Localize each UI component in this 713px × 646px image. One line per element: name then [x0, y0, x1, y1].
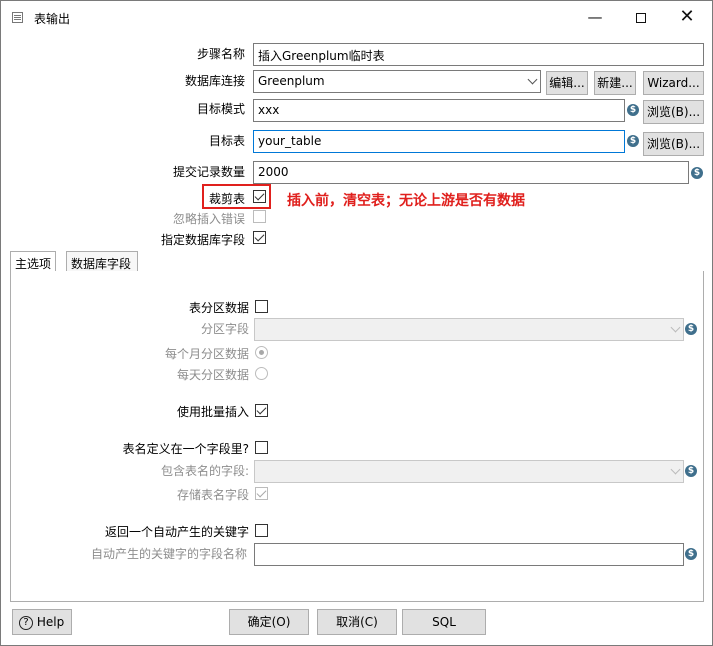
partition-field-label: 分区字段	[200, 322, 249, 336]
variable-icon: $	[685, 548, 697, 560]
chevron-down-icon	[527, 74, 538, 85]
return-key-checkbox[interactable]	[255, 524, 268, 537]
ok-button[interactable]: 确定(O)	[229, 609, 309, 635]
return-key-label: 返回一个自动产生的关键字	[104, 525, 249, 539]
specify-fields-checkbox[interactable]	[253, 231, 266, 244]
tab-db-fields[interactable]: 数据库字段	[66, 251, 138, 272]
close-button[interactable]: ✕	[664, 1, 710, 33]
commit-size-input[interactable]: 2000	[253, 161, 689, 184]
wizard-button[interactable]: Wizard...	[643, 71, 704, 95]
sql-button[interactable]: SQL	[402, 609, 486, 635]
tablename-field-select[interactable]	[254, 460, 684, 483]
tablename-in-field-label: 表名定义在一个字段里?	[122, 442, 249, 456]
target-schema-input[interactable]: xxx	[253, 99, 625, 122]
ignore-errors-label: 忽略插入错误	[172, 212, 245, 226]
tablename-field-label: 包含表名的字段:	[160, 464, 249, 478]
edit-button[interactable]: 编辑...	[546, 71, 588, 95]
browse-table-button[interactable]: 浏览(B)...	[643, 132, 704, 156]
daily-partition-radio[interactable]	[255, 367, 268, 380]
minimize-button[interactable]: —	[572, 1, 618, 33]
tablename-in-field-checkbox[interactable]	[255, 441, 268, 454]
target-table-label: 目标表	[208, 134, 245, 148]
ignore-errors-checkbox[interactable]	[253, 210, 266, 223]
partition-label: 表分区数据	[188, 301, 249, 315]
annotation-text: 插入前，清空表；无论上游是否有数据	[287, 193, 525, 209]
help-label: Help	[36, 615, 65, 629]
specify-fields-label: 指定数据库字段	[160, 233, 245, 247]
db-connection-value: Greenplum	[258, 74, 325, 88]
table-output-icon	[12, 12, 23, 23]
title-bar: 表输出 — ✕	[1, 1, 712, 35]
window-title: 表输出	[34, 12, 71, 26]
target-schema-label: 目标模式	[196, 102, 245, 116]
help-icon: ?	[19, 615, 33, 630]
browse-schema-button[interactable]: 浏览(B)...	[643, 100, 704, 124]
target-table-input[interactable]: your_table	[253, 130, 625, 153]
store-tablename-label: 存储表名字段	[176, 488, 249, 502]
variable-icon: $	[627, 104, 639, 116]
chevron-down-icon	[670, 322, 681, 333]
chevron-down-icon	[670, 464, 681, 475]
truncate-label: 裁剪表	[208, 192, 245, 206]
monthly-partition-label: 每个月分区数据	[164, 347, 249, 361]
batch-insert-checkbox[interactable]	[255, 404, 268, 417]
step-name-label: 步骤名称	[196, 47, 245, 61]
db-connection-select[interactable]: Greenplum	[253, 70, 541, 93]
variable-icon: $	[685, 465, 697, 477]
store-tablename-checkbox[interactable]	[255, 487, 268, 500]
dialog-window: 表输出 — ✕ 步骤名称 插入Greenplum临时表 数据库连接 Greenp…	[0, 0, 713, 646]
help-button[interactable]: ? Help	[12, 609, 72, 635]
partition-field-select[interactable]	[254, 318, 684, 341]
variable-icon: $	[685, 323, 697, 335]
commit-size-label: 提交记录数量	[172, 165, 245, 179]
partition-checkbox[interactable]	[255, 300, 268, 313]
new-button[interactable]: 新建...	[594, 71, 636, 95]
monthly-partition-radio[interactable]	[255, 346, 268, 359]
key-field-name-label: 自动产生的关键字的字段名称	[90, 547, 247, 561]
daily-partition-label: 每天分区数据	[176, 368, 249, 382]
batch-insert-label: 使用批量插入	[176, 405, 249, 419]
db-connection-label: 数据库连接	[184, 74, 245, 88]
variable-icon: $	[627, 135, 639, 147]
tab-bar: 主选项 数据库字段	[10, 251, 704, 272]
maximize-button[interactable]	[618, 1, 664, 33]
step-name-input[interactable]: 插入Greenplum临时表	[253, 43, 704, 66]
key-field-name-input[interactable]	[254, 543, 684, 566]
variable-icon: $	[691, 167, 703, 179]
cancel-button[interactable]: 取消(C)	[317, 609, 397, 635]
truncate-checkbox[interactable]	[253, 190, 266, 203]
tab-main-options[interactable]: 主选项	[10, 251, 56, 272]
